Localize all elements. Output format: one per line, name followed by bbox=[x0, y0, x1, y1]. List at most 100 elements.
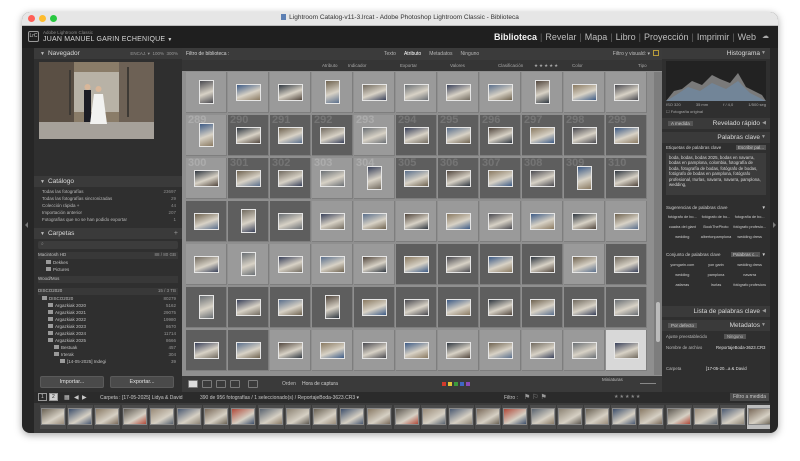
values-label[interactable]: Valores bbox=[450, 63, 465, 68]
photo-thumbnail[interactable] bbox=[320, 256, 345, 273]
grid-cell[interactable]: 299 bbox=[606, 114, 647, 156]
filmstrip-cell[interactable] bbox=[121, 405, 148, 429]
photo-thumbnail[interactable] bbox=[404, 299, 429, 316]
filmstrip-thumbnail[interactable] bbox=[585, 408, 609, 425]
filmstrip-cell[interactable] bbox=[692, 405, 719, 429]
grid-cell[interactable] bbox=[396, 330, 437, 371]
filmstrip-cell[interactable] bbox=[257, 405, 284, 429]
grid-cell[interactable] bbox=[480, 330, 521, 371]
filmstrip-thumbnail[interactable] bbox=[177, 408, 201, 425]
folder-row[interactable]: Dekkes bbox=[38, 260, 178, 267]
photo-thumbnail[interactable] bbox=[614, 127, 639, 144]
filmstrip-source-path[interactable]: Carpeta : [17-05-2025] Lidya & David bbox=[100, 395, 183, 401]
filmstrip-thumbnail[interactable] bbox=[122, 408, 147, 425]
photo-thumbnail[interactable] bbox=[404, 127, 429, 144]
photo-thumbnail[interactable] bbox=[488, 127, 513, 144]
photo-thumbnail[interactable] bbox=[320, 170, 345, 187]
module-revelar[interactable]: Revelar bbox=[542, 32, 579, 42]
keyword-suggestion[interactable]: fotografía de bo... bbox=[733, 213, 766, 222]
keyword-suggestion[interactable]: wedding dress bbox=[733, 233, 766, 242]
grid-cell[interactable] bbox=[270, 201, 311, 242]
grid-cell[interactable]: 306 bbox=[438, 157, 479, 199]
grid-cell[interactable] bbox=[186, 330, 227, 371]
filmstrip-thumbnail[interactable] bbox=[231, 408, 256, 425]
photo-thumbnail[interactable] bbox=[236, 84, 261, 101]
filmstrip-cell[interactable] bbox=[475, 405, 502, 429]
photo-thumbnail[interactable] bbox=[614, 299, 639, 316]
photo-thumbnail[interactable] bbox=[236, 170, 261, 187]
folder-row[interactable]: Bestuak 457 bbox=[38, 345, 178, 352]
filmstrip-thumbnail[interactable] bbox=[721, 408, 745, 425]
star-rating-filter[interactable]: ★★★★★ bbox=[534, 63, 559, 69]
grid-cell[interactable] bbox=[438, 72, 479, 113]
photo-thumbnail[interactable] bbox=[236, 299, 261, 316]
photo-thumbnail[interactable] bbox=[446, 127, 471, 144]
photo-thumbnail[interactable] bbox=[278, 256, 303, 273]
forward-arrow-icon[interactable]: ▶ bbox=[82, 394, 87, 401]
photo-thumbnail[interactable] bbox=[572, 127, 597, 144]
grid-cell[interactable] bbox=[480, 287, 521, 328]
grid-cell[interactable] bbox=[522, 330, 563, 371]
keyword-set-item[interactable]: pamplona bbox=[700, 271, 733, 280]
keyword-set-item[interactable]: wedding bbox=[666, 271, 699, 280]
filmstrip-thumbnail[interactable] bbox=[693, 408, 718, 425]
photo-thumbnail[interactable] bbox=[278, 299, 303, 316]
grid-cell[interactable] bbox=[606, 201, 647, 242]
filmstrip-cell[interactable] bbox=[94, 405, 121, 429]
grid-cell[interactable]: 304 bbox=[354, 157, 395, 199]
filmstrip[interactable] bbox=[34, 403, 770, 433]
filmstrip-cell[interactable] bbox=[284, 405, 311, 429]
photo-thumbnail[interactable] bbox=[488, 256, 513, 273]
grid-cell[interactable] bbox=[606, 72, 647, 113]
filmstrip-cell[interactable] bbox=[611, 405, 638, 429]
filmstrip-cell[interactable] bbox=[420, 405, 447, 429]
photo-thumbnail[interactable] bbox=[572, 299, 597, 316]
filmstrip-thumbnail[interactable] bbox=[612, 408, 637, 425]
photo-thumbnail[interactable] bbox=[535, 80, 550, 104]
filmstrip-thumbnail[interactable] bbox=[340, 408, 365, 425]
keyword-mode-dropdown[interactable]: Escribir pal... bbox=[735, 145, 766, 150]
photo-thumbnail[interactable] bbox=[194, 213, 219, 230]
label-green-swatch[interactable] bbox=[454, 382, 458, 386]
filmstrip-cell[interactable] bbox=[176, 405, 202, 429]
grid-cell[interactable] bbox=[312, 72, 353, 113]
photo-thumbnail[interactable] bbox=[278, 342, 303, 359]
keyword-set-item[interactable]: asfarras bbox=[666, 281, 699, 290]
photo-thumbnail[interactable] bbox=[362, 84, 387, 101]
photo-thumbnail[interactable] bbox=[614, 84, 639, 101]
filmstrip-cell[interactable] bbox=[665, 405, 692, 429]
filmstrip-thumbnail[interactable] bbox=[204, 408, 229, 425]
grid-cell[interactable] bbox=[354, 72, 395, 113]
photo-thumbnail[interactable] bbox=[194, 342, 219, 359]
filmstrip-cell[interactable] bbox=[67, 405, 94, 429]
photo-thumbnail[interactable] bbox=[367, 166, 382, 190]
catalog-item[interactable]: Importación anterior 207 bbox=[42, 210, 176, 216]
filmstrip-thumbnail[interactable] bbox=[95, 408, 120, 425]
grid-icon[interactable]: ▦ bbox=[64, 394, 70, 401]
module-imprimir[interactable]: Imprimir bbox=[694, 32, 733, 42]
filter-tab-texto[interactable]: Texto bbox=[384, 51, 396, 57]
right-panel-toggle-icon[interactable] bbox=[773, 222, 776, 228]
photo-thumbnail[interactable] bbox=[194, 170, 219, 187]
volume-row[interactable]: Wood/Mos bbox=[38, 276, 178, 283]
grid-cell[interactable] bbox=[354, 330, 395, 371]
histogram-header[interactable]: Histograma ▼ bbox=[662, 48, 770, 59]
flag-label[interactable]: Indicador bbox=[348, 63, 367, 68]
filmstrip-cell[interactable] bbox=[203, 405, 230, 429]
filmstrip-cell[interactable] bbox=[230, 405, 257, 429]
grid-cell[interactable] bbox=[438, 201, 479, 242]
keyword-set-item[interactable]: yomgarin.com bbox=[666, 261, 699, 270]
grid-cell[interactable] bbox=[522, 201, 563, 242]
navigator-preview[interactable] bbox=[39, 62, 154, 139]
folder-row[interactable]: Argazkiak 2023 8670 bbox=[38, 324, 178, 331]
photo-thumbnail[interactable] bbox=[488, 84, 513, 101]
photo-thumbnail[interactable] bbox=[236, 127, 261, 144]
filmstrip-cell[interactable] bbox=[584, 405, 610, 429]
grid-cell[interactable] bbox=[606, 244, 647, 285]
photo-thumbnail[interactable] bbox=[446, 256, 471, 273]
filmstrip-thumbnail[interactable] bbox=[530, 408, 555, 425]
original-photo-checkbox[interactable]: ☐ Fotografía original bbox=[666, 109, 703, 114]
photo-thumbnail[interactable] bbox=[325, 295, 340, 319]
grid-cell[interactable]: 298 bbox=[564, 114, 605, 156]
photo-thumbnail[interactable] bbox=[614, 256, 639, 273]
